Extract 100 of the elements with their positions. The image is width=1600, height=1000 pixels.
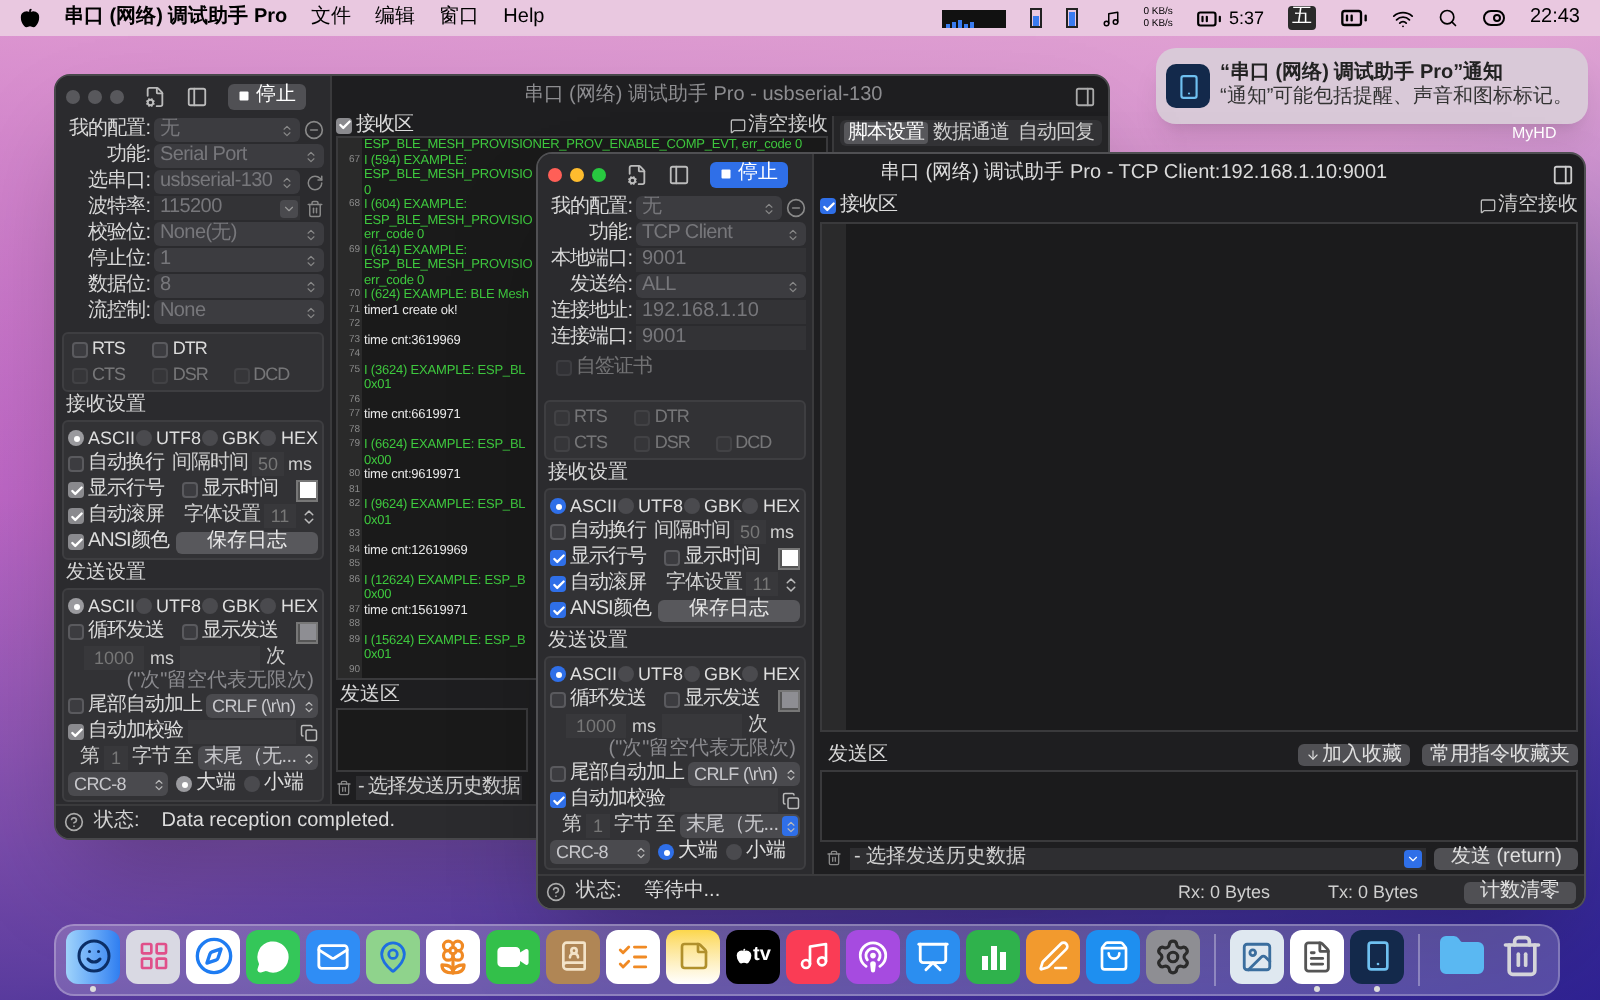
- tv-app-icon[interactable]: tv: [726, 929, 780, 983]
- radio-button[interactable]: GBK: [683, 497, 742, 515]
- save-log-button[interactable]: 保存日志: [658, 599, 800, 621]
- document-icon[interactable]: [1290, 929, 1344, 983]
- radio-button[interactable]: GBK: [201, 597, 260, 615]
- history-select[interactable]: - 选择发送历史数据: [356, 775, 523, 799]
- stop-button[interactable]: 停止: [228, 83, 306, 109]
- history-select[interactable]: - 选择发送历史数据: [850, 847, 1427, 869]
- app-menu[interactable]: 串口 (网络) 调试助手 Pro: [64, 8, 288, 28]
- checkbox[interactable]: 自动滚屏: [550, 574, 646, 594]
- map-pin-icon[interactable]: [366, 929, 420, 983]
- phone-icon[interactable]: [1350, 929, 1404, 983]
- select-field[interactable]: 末尾（无...: [680, 814, 800, 838]
- menu-item[interactable]: Help: [503, 8, 545, 28]
- search-icon[interactable]: [1437, 8, 1458, 28]
- checkbox[interactable]: 自动滚屏: [68, 506, 164, 526]
- zoom-button[interactable]: [592, 167, 606, 181]
- checkbox[interactable]: 自动换行: [68, 454, 164, 474]
- input-field[interactable]: [187, 720, 296, 744]
- checklist-icon[interactable]: [606, 929, 660, 983]
- apple-icon[interactable]: [20, 8, 40, 28]
- checkbox[interactable]: ANSI颜色: [550, 600, 651, 620]
- gear-icon[interactable]: [1146, 929, 1200, 983]
- sidebar-icon[interactable]: [668, 163, 690, 185]
- select-field[interactable]: 末尾（无...: [198, 746, 318, 770]
- podcast-icon[interactable]: [846, 929, 900, 983]
- checkbox[interactable]: 接收区: [820, 196, 897, 216]
- clear-receive-button[interactable]: 清空接收: [730, 115, 828, 135]
- radio-button[interactable]: ASCII: [68, 429, 136, 447]
- smiling-face-icon[interactable]: [66, 929, 120, 983]
- send-button[interactable]: 发送 (return): [1434, 847, 1578, 869]
- stepper-icon[interactable]: [782, 575, 800, 593]
- radio-button[interactable]: UTF8: [136, 429, 201, 447]
- select-field[interactable]: CRLF (\r\n): [206, 694, 318, 718]
- checkbox[interactable]: ANSI颜色: [68, 532, 169, 552]
- color-well[interactable]: [778, 547, 800, 569]
- save-log-button[interactable]: 保存日志: [176, 531, 318, 553]
- music-note-icon[interactable]: [1101, 9, 1120, 27]
- select-field[interactable]: CRC-8: [68, 772, 168, 796]
- radio-button[interactable]: ASCII: [550, 665, 618, 683]
- add-favorite-button[interactable]: 加入收藏: [1298, 744, 1410, 766]
- checkbox[interactable]: 显示行号: [550, 548, 646, 568]
- checkbox[interactable]: 尾部自动加上: [550, 764, 684, 784]
- shopping-bag-icon[interactable]: [1086, 929, 1140, 983]
- envelope-icon[interactable]: [306, 929, 360, 983]
- checkbox[interactable]: 自动换行: [550, 522, 646, 542]
- stop-button[interactable]: 停止: [710, 161, 788, 187]
- input-method[interactable]: 五: [1287, 6, 1316, 30]
- select-field[interactable]: CRC-8: [550, 840, 650, 864]
- document-gear-icon[interactable]: [626, 163, 648, 185]
- copy-icon[interactable]: [782, 791, 800, 809]
- checkbox[interactable]: 显示时间: [182, 480, 278, 500]
- document-gear-icon[interactable]: [144, 85, 166, 107]
- radio-button[interactable]: 小端: [726, 842, 786, 862]
- radio-button[interactable]: 大端: [658, 842, 718, 862]
- flower-icon[interactable]: [426, 929, 480, 983]
- send-input[interactable]: [820, 770, 1578, 842]
- image-icon[interactable]: [1230, 929, 1284, 983]
- trash-icon[interactable]: [336, 779, 352, 795]
- video-camera-icon[interactable]: [486, 929, 540, 983]
- menu-item[interactable]: 窗口: [439, 8, 480, 28]
- select-field[interactable]: CRLF (\r\n): [688, 762, 800, 786]
- checkbox[interactable]: 显示行号: [68, 480, 164, 500]
- pen-icon[interactable]: [1026, 929, 1080, 983]
- grid-icon[interactable]: [126, 929, 180, 983]
- trash-icon[interactable]: [826, 850, 842, 866]
- checkbox[interactable]: 尾部自动加上: [68, 696, 202, 716]
- color-well[interactable]: [296, 621, 318, 643]
- input-field[interactable]: [669, 788, 778, 812]
- minimize-button[interactable]: [570, 167, 584, 181]
- help-icon[interactable]: [546, 882, 566, 902]
- clear-receive-button[interactable]: 清空接收: [1480, 196, 1578, 216]
- menu-item[interactable]: 文件: [311, 8, 352, 28]
- control-center-icon[interactable]: [1481, 6, 1506, 30]
- radio-button[interactable]: HEX: [260, 597, 318, 615]
- inspector-tab[interactable]: 数据通道: [929, 122, 1013, 144]
- menu-item[interactable]: 编辑: [375, 8, 416, 28]
- radio-button[interactable]: UTF8: [618, 497, 683, 515]
- checkbox[interactable]: 显示时间: [664, 548, 760, 568]
- radio-button[interactable]: UTF8: [618, 665, 683, 683]
- stepper-icon[interactable]: [300, 507, 318, 525]
- radio-button[interactable]: HEX: [742, 665, 800, 683]
- copy-icon[interactable]: [300, 723, 318, 741]
- checkbox[interactable]: 接收区: [336, 115, 413, 135]
- battery-icon[interactable]: [1339, 4, 1368, 32]
- radio-button[interactable]: GBK: [683, 665, 742, 683]
- close-button[interactable]: [548, 167, 562, 181]
- reset-counter-button[interactable]: 计数清零: [1464, 881, 1576, 903]
- bar-chart-icon[interactable]: [966, 929, 1020, 983]
- address-book-icon[interactable]: [546, 929, 600, 983]
- checkbox[interactable]: 自动加校验: [68, 722, 183, 742]
- checkbox[interactable]: 循环发送: [68, 622, 164, 642]
- send-input[interactable]: [336, 708, 528, 772]
- radio-button[interactable]: 大端: [176, 774, 236, 794]
- inspector-tab[interactable]: 自动回复: [1014, 122, 1099, 144]
- compass-icon[interactable]: [186, 929, 240, 983]
- inspector-icon[interactable]: [1552, 163, 1574, 185]
- presentation-icon[interactable]: [906, 929, 960, 983]
- color-well[interactable]: [778, 689, 800, 711]
- favorites-button[interactable]: 常用指令收藏夹: [1422, 744, 1578, 766]
